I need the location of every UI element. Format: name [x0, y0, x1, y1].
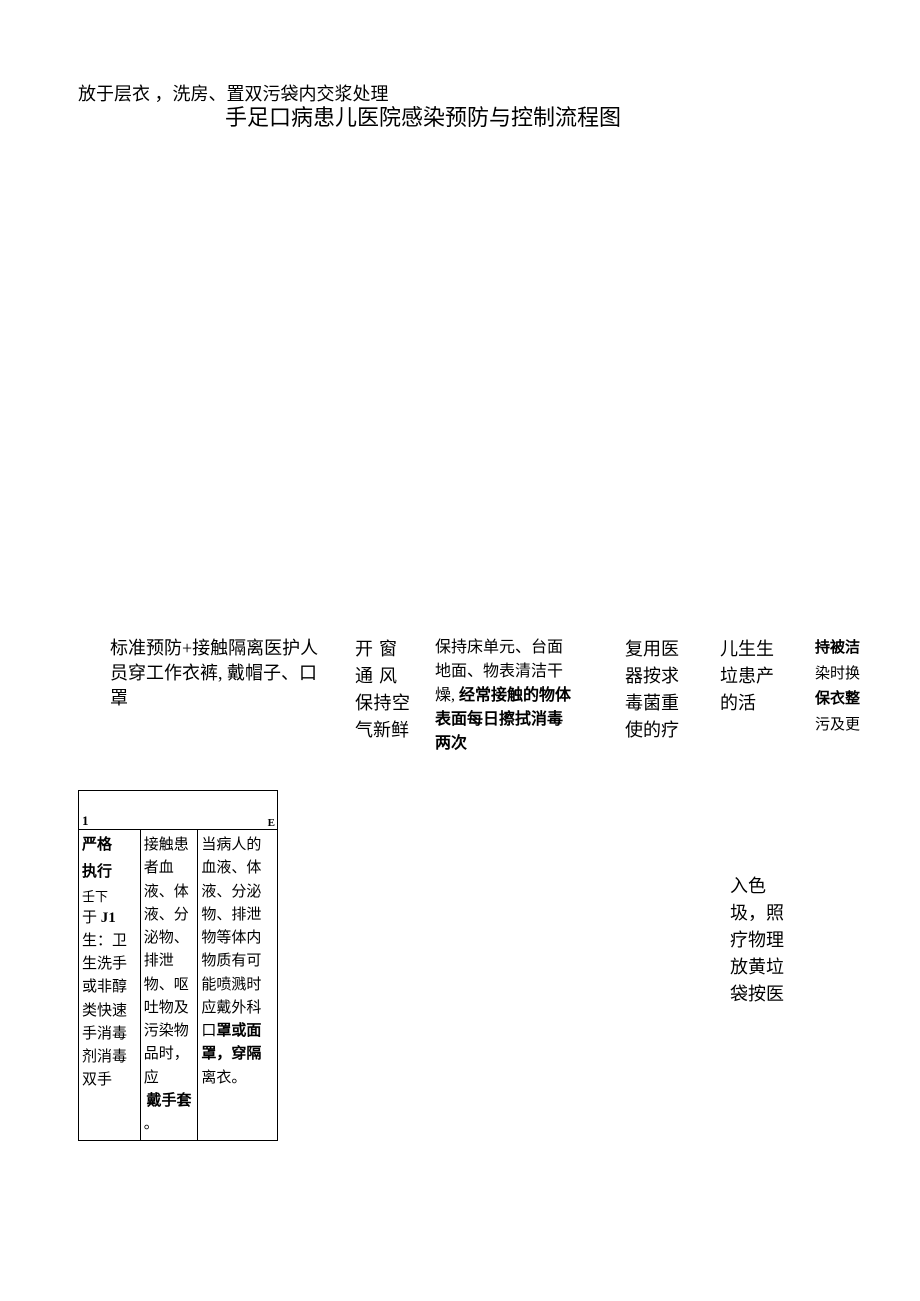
- tc3-post: 离衣。: [201, 1070, 246, 1086]
- table-col-3: 当病人的血液、体液、分泌物、排泄物等体内物质有可能喷溅时应戴外科口罩或面罩，穿隔…: [198, 830, 278, 1141]
- header-num: 1: [82, 813, 89, 829]
- table-col-1: 严格 执行 壬下 于 J1 生：卫生洗手或非醇类快速手消毒剂消毒双手: [79, 830, 141, 1141]
- table-body: 严格 执行 壬下 于 J1 生：卫生洗手或非醇类快速手消毒剂消毒双手 接触患者血…: [78, 830, 278, 1141]
- tc1-b2: 执行: [82, 861, 137, 884]
- col2-line1: 开窗: [355, 636, 410, 663]
- column-1: 标准预防+接触隔离医护人员穿工作衣裤, 戴帽子、口罩: [110, 636, 320, 712]
- table-header: 1 E: [78, 790, 278, 830]
- tc1-sm: 壬下: [82, 887, 137, 907]
- col6-p1: 染时换: [815, 662, 860, 688]
- col6-b1: 持被洁: [815, 636, 860, 662]
- trail-column: 入色圾，照疗物理放黄垃袋按医: [730, 873, 785, 1008]
- tc1-b1: 严格: [82, 834, 137, 857]
- col6-b2: 保衣整: [815, 687, 860, 713]
- column-2: 开窗 通风 保持空气新鲜: [355, 636, 410, 744]
- tc3-pre: 当病人的血液、体液、分泌物、排泄物等体内物质有可能喷溅时应戴外科口: [201, 837, 261, 1039]
- col2-line2b: 通风: [355, 663, 410, 690]
- column-6: 持被洁 染时换 保衣整 污及更: [815, 636, 885, 738]
- col6-p2: 污及更: [815, 713, 860, 739]
- table: 1 E 严格 执行 壬下 于 J1 生：卫生洗手或非醇类快速手消毒剂消毒双手 接…: [78, 790, 278, 1141]
- column-4: 复用医器按求毒菌重使的疗: [625, 636, 680, 744]
- tc2-bold: 戴手套: [144, 1090, 195, 1113]
- column-5: 儿生生垃患产的活: [720, 636, 775, 717]
- tc2-end: 。: [144, 1116, 159, 1132]
- column-3: 保持床单元、台面地面、物表清洁干燥, 经常接触的物体表面每日擦拭消毒两次: [435, 636, 575, 756]
- header-right: E: [268, 817, 275, 829]
- page-title: 手足口病患儿医院感染预防与控制流程图: [225, 100, 621, 132]
- col3-bold: 经常接触的物体表面每日擦拭消毒两次: [435, 687, 571, 752]
- col2-rest: 保持空气新鲜: [355, 690, 410, 744]
- tc2-main: 接触患者血液、体液、分泌物、排泄物、呕吐物及污染物品时，应: [144, 837, 189, 1086]
- table-col-2: 接触患者血液、体液、分泌物、排泄物、呕吐物及污染物品时，应 戴手套。: [141, 830, 199, 1141]
- tc1-rest: 于 J1 生：卫生洗手或非醇类快速手消毒剂消毒双手: [82, 907, 137, 1093]
